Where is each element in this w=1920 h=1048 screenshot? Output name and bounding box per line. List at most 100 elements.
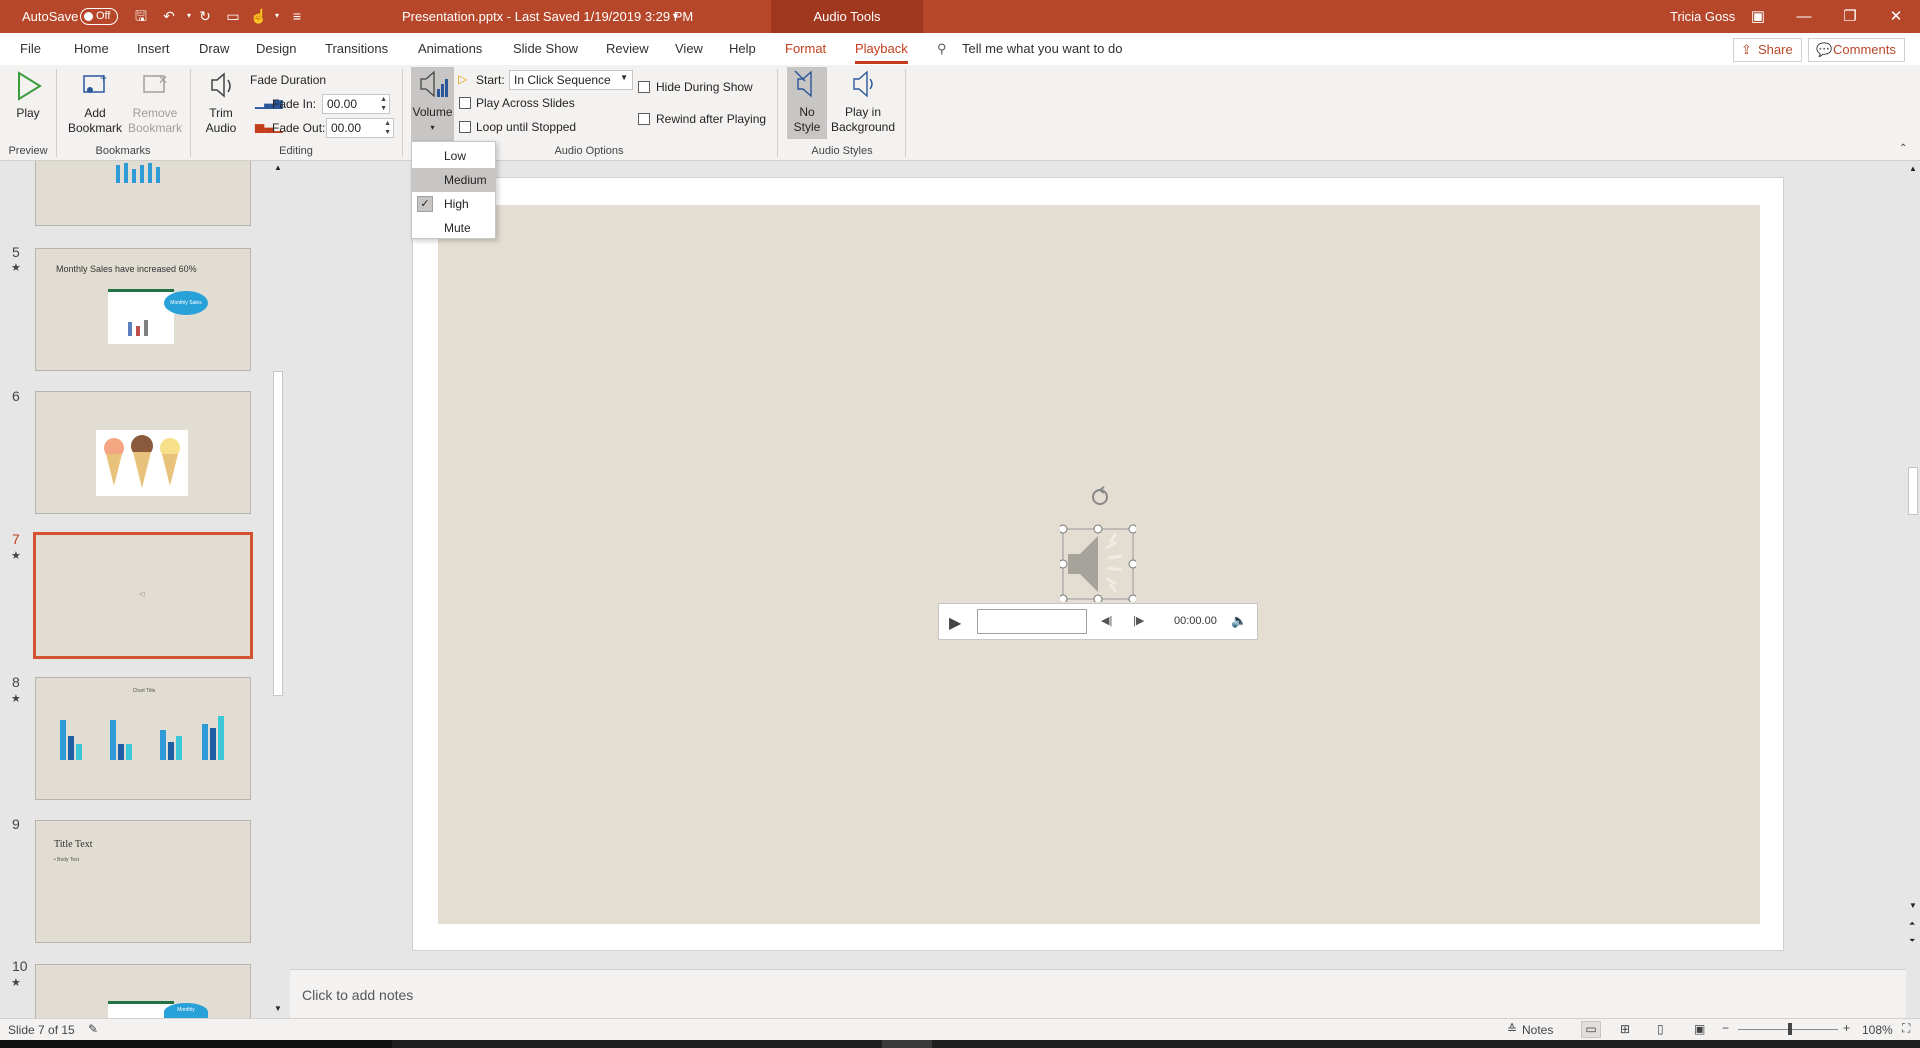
tab-home[interactable]: Home — [74, 41, 109, 56]
volume-option-low[interactable]: Low — [412, 144, 495, 168]
previous-slide-icon[interactable]: ⏶ — [1909, 919, 1915, 929]
spinner-arrows-icon[interactable]: ▲ ▼ — [384, 119, 391, 137]
seek-forward-icon[interactable]: |▶ — [1133, 614, 1144, 627]
scrollbar-thumb[interactable] — [1908, 467, 1918, 515]
spinner-arrows-icon[interactable]: ▲ ▼ — [380, 95, 387, 113]
no-style-button[interactable]: No Style — [787, 67, 827, 139]
share-label: Share — [1758, 42, 1793, 57]
audio-object[interactable] — [1058, 486, 1138, 604]
notes-button[interactable]: Notes — [1522, 1023, 1553, 1037]
slide-thumbnail[interactable] — [35, 391, 251, 514]
zoom-in-icon[interactable]: + — [1843, 1021, 1850, 1035]
slide-thumbnail-selected[interactable]: ◁ — [33, 532, 253, 659]
slide-thumbnail[interactable]: Monthly Sales have increased 60% Monthly… — [35, 248, 251, 371]
normal-view-icon[interactable]: ▭ — [1581, 1021, 1601, 1038]
volume-option-high[interactable]: ✓ High — [412, 192, 495, 216]
slide-thumbnail[interactable] — [35, 161, 251, 226]
tab-transitions[interactable]: Transitions — [325, 41, 388, 56]
slide-title: Title Text — [54, 839, 93, 850]
seek-back-icon[interactable]: ◀| — [1101, 614, 1112, 627]
close-icon[interactable]: ✕ — [1873, 0, 1919, 33]
thumbnail-scrollbar[interactable]: ▲ ▼ — [271, 161, 285, 1018]
tab-playback[interactable]: Playback — [855, 41, 908, 64]
slide-sorter-icon[interactable]: ⊞ — [1620, 1022, 1630, 1036]
tab-format[interactable]: Format — [785, 41, 826, 56]
slide-counter[interactable]: Slide 7 of 15 — [8, 1023, 75, 1037]
volume-option-medium[interactable]: Medium — [412, 168, 495, 192]
save-icon[interactable]: 🖫 — [132, 7, 150, 25]
present-icon[interactable]: ▭ — [224, 7, 242, 25]
next-slide-icon[interactable]: ⏷ — [1909, 936, 1915, 946]
reading-view-icon[interactable]: ▯ — [1657, 1022, 1664, 1036]
start-select[interactable]: In Click Sequence ▼ — [509, 70, 633, 90]
zoom-slider-thumb[interactable] — [1788, 1023, 1792, 1035]
share-button[interactable]: ⇪ Share — [1733, 38, 1802, 62]
scrollbar-thumb[interactable] — [273, 371, 283, 696]
remove-bookmark-button[interactable]: ✕ Remove Bookmark — [124, 70, 186, 136]
fit-to-window-icon[interactable]: ⛶ — [1902, 1021, 1910, 1036]
scroll-up-icon[interactable]: ▲ — [274, 163, 282, 172]
group-preview-label: Preview — [8, 145, 48, 157]
customize-qat-icon[interactable]: ≡ — [288, 7, 306, 25]
minimize-icon[interactable]: — — [1781, 0, 1827, 33]
player-play-icon[interactable]: ▶ — [949, 613, 961, 633]
collapse-ribbon-icon[interactable]: ⌃ — [1899, 143, 1907, 154]
ribbon-display-icon[interactable]: ▣ — [1735, 0, 1781, 33]
separator — [402, 69, 403, 157]
scroll-up-icon[interactable]: ▲ — [1909, 164, 1917, 173]
tab-view[interactable]: View — [675, 41, 703, 56]
touch-dropdown-icon[interactable]: ▾ — [268, 7, 286, 25]
slide-thumbnail[interactable]: Title Text • Body Text — [35, 820, 251, 943]
tab-slide-show[interactable]: Slide Show — [513, 41, 578, 56]
slide-show-icon[interactable]: ▣ — [1694, 1022, 1705, 1036]
tab-draw[interactable]: Draw — [199, 41, 229, 56]
animation-star-icon: ★ — [11, 262, 21, 274]
tab-insert[interactable]: Insert — [137, 41, 170, 56]
taskbar-active-app[interactable] — [882, 1040, 932, 1048]
spelling-check-icon[interactable]: ✎ — [88, 1022, 98, 1036]
restore-icon[interactable]: ❐ — [1827, 0, 1873, 33]
scroll-down-icon[interactable]: ▼ — [1909, 901, 1917, 910]
play-in-background-button[interactable]: Play in Background — [830, 67, 896, 135]
slide-thumbnail[interactable]: Chart Title — [35, 677, 251, 800]
tab-animations[interactable]: Animations — [418, 41, 482, 56]
add-bookmark-button[interactable]: + Add Bookmark — [64, 70, 126, 136]
progress-bar[interactable] — [977, 609, 1087, 634]
touch-mode-icon[interactable]: ☝ — [250, 7, 268, 25]
animation-star-icon: ★ — [11, 977, 21, 989]
tab-file[interactable]: File — [20, 41, 41, 56]
fade-in-input[interactable]: 00.00 ▲ ▼ — [322, 94, 390, 114]
undo-icon[interactable]: ↶ — [160, 7, 178, 25]
scroll-down-icon[interactable]: ▼ — [274, 1004, 282, 1013]
zoom-level[interactable]: 108% — [1862, 1023, 1893, 1037]
play-button[interactable]: Play — [8, 70, 48, 121]
loop-until-stopped-checkbox[interactable] — [459, 121, 471, 133]
tab-help[interactable]: Help — [729, 41, 756, 56]
rewind-after-playing-checkbox[interactable] — [638, 113, 650, 125]
player-volume-icon[interactable]: 🔈 — [1231, 613, 1247, 629]
autosave-toggle[interactable]: Off — [80, 8, 118, 25]
hide-during-show-checkbox[interactable] — [638, 81, 650, 93]
speaker-icon: ◁ — [139, 591, 145, 598]
tell-me-input[interactable]: Tell me what you want to do — [962, 41, 1122, 56]
tab-review[interactable]: Review — [606, 41, 649, 56]
slide-body: • Body Text — [54, 857, 80, 863]
status-bar: Slide 7 of 15 ✎ ≙ Notes ▭ ⊞ ▯ ▣ − + 108%… — [0, 1018, 1920, 1040]
notes-pane[interactable]: Click to add notes — [290, 969, 1906, 1018]
volume-option-mute[interactable]: Mute — [412, 216, 495, 240]
title-dropdown-icon[interactable]: ▼ — [671, 11, 680, 21]
zoom-out-icon[interactable]: − — [1722, 1021, 1729, 1035]
zoom-slider[interactable] — [1738, 1023, 1838, 1035]
slide-thumbnail[interactable]: Monthly — [35, 964, 251, 1021]
redo-icon[interactable]: ↻ — [196, 7, 214, 25]
slide-scrollbar[interactable]: ▲ ▼ ⏶ ⏷ — [1906, 161, 1920, 969]
comments-button[interactable]: 💬 Comments — [1808, 38, 1905, 62]
animation-star-icon: ★ — [11, 693, 21, 705]
fade-out-input[interactable]: 00.00 ▲ ▼ — [326, 118, 394, 138]
tab-design[interactable]: Design — [256, 41, 296, 56]
no-style-icon — [794, 70, 812, 98]
volume-button[interactable]: Volume ▾ — [411, 67, 454, 141]
user-name[interactable]: Tricia Goss — [1670, 9, 1735, 24]
play-across-slides-checkbox[interactable] — [459, 97, 471, 109]
trim-audio-button[interactable]: Trim Audio — [198, 70, 244, 136]
